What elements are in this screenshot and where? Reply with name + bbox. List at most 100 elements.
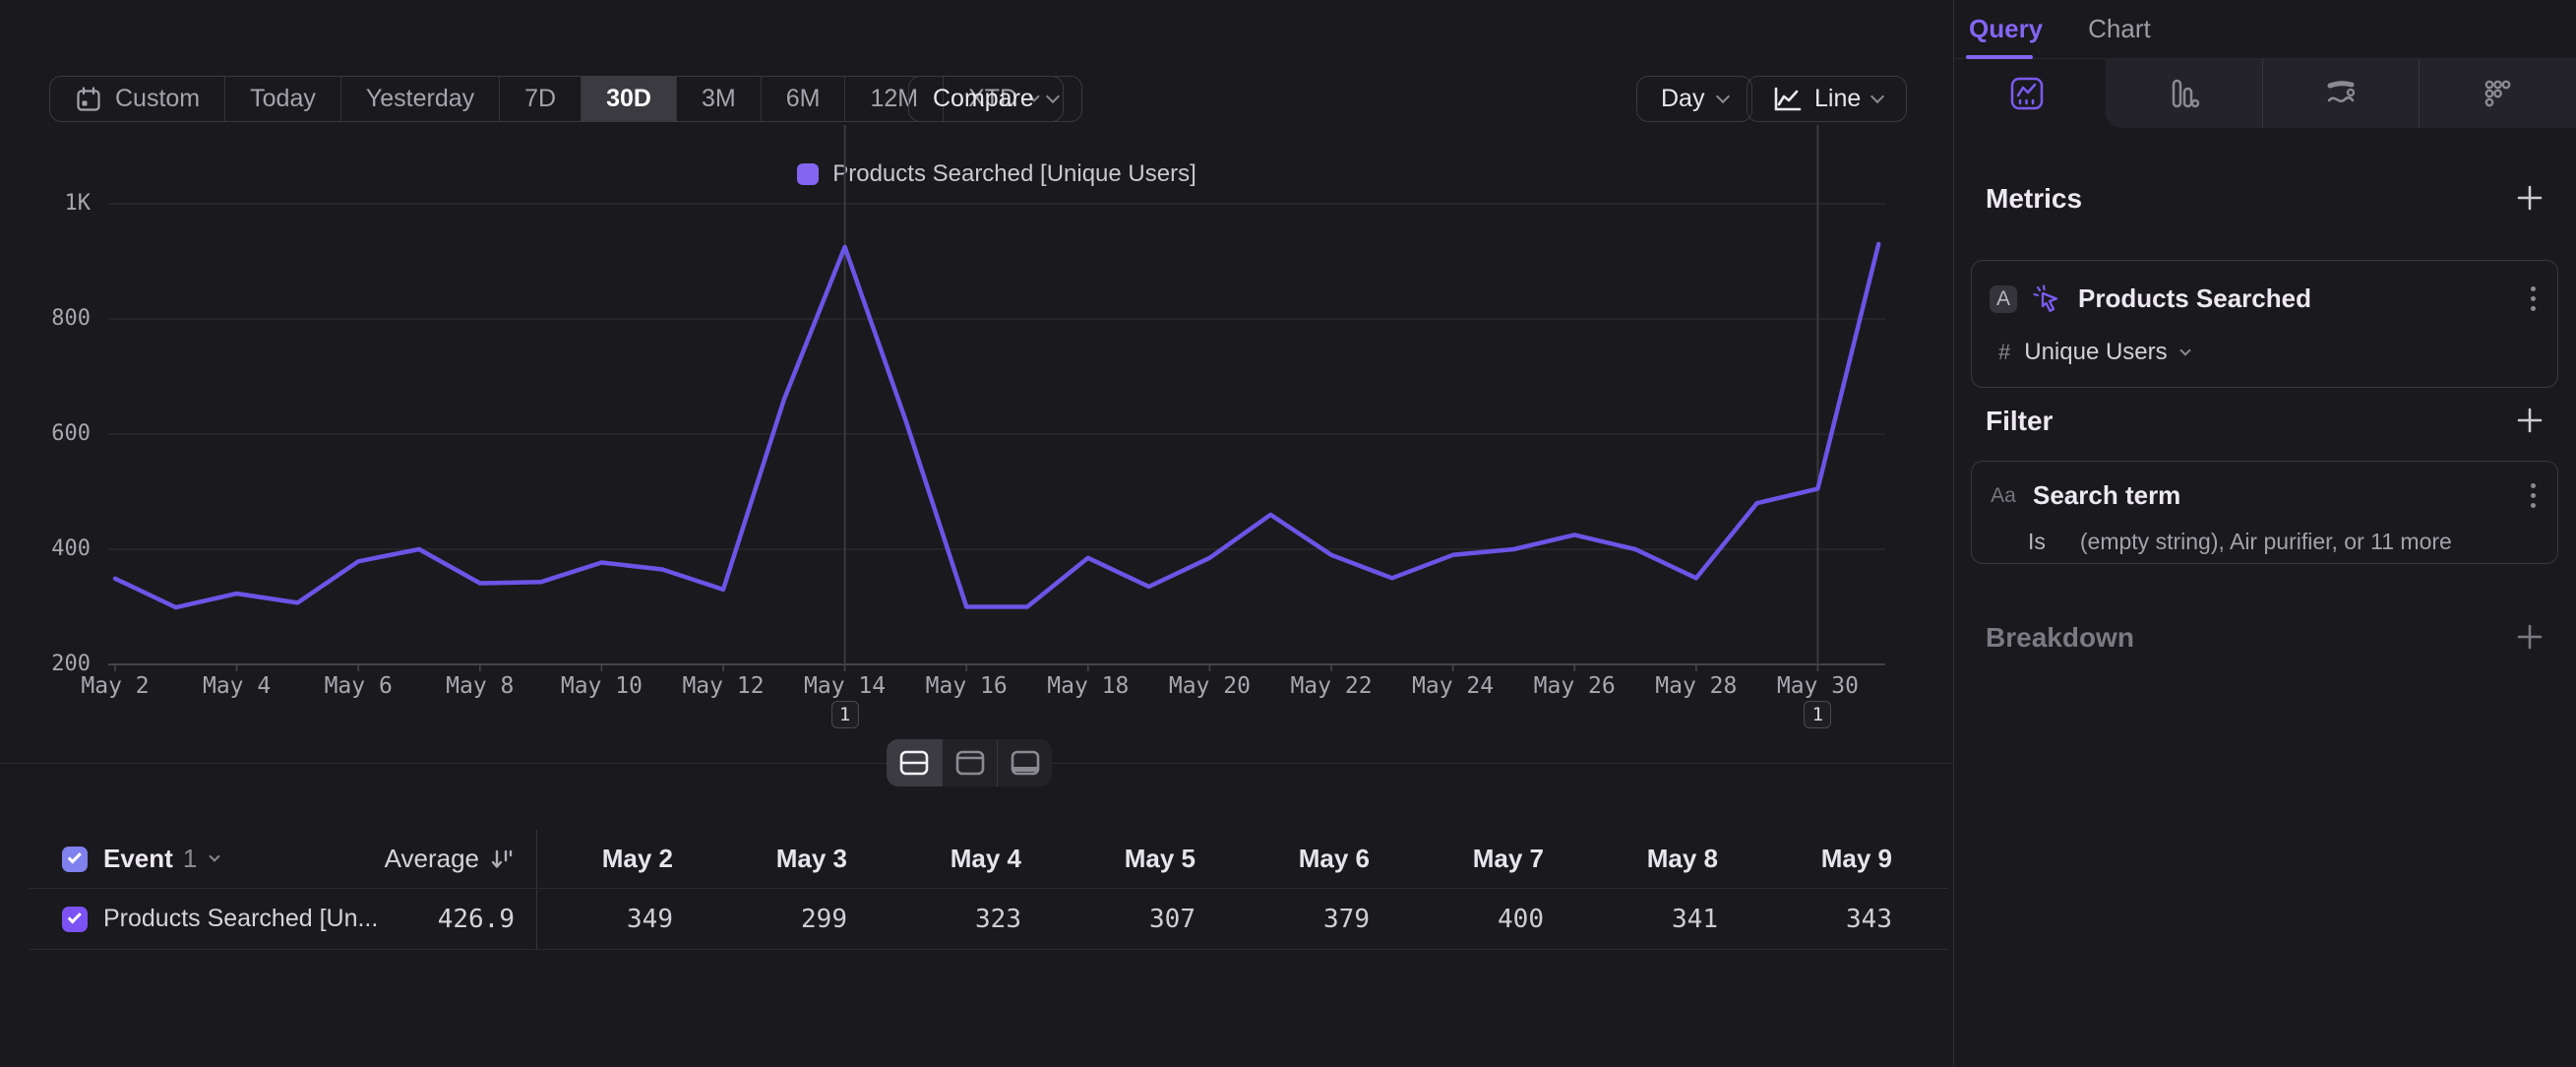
add-filter-button[interactable] [2513, 404, 2546, 437]
table-cell-value: 349 [537, 905, 673, 934]
chevron-down-icon[interactable] [210, 850, 220, 861]
chevron-down-icon [1716, 90, 1730, 103]
tab-query[interactable]: Query [1969, 14, 2043, 44]
row-checkbox[interactable] [62, 907, 88, 932]
add-metric-button[interactable] [2513, 181, 2546, 215]
table-date-header[interactable]: May 6 [1196, 844, 1370, 874]
legend-label: Products Searched [Unique Users] [832, 160, 1196, 188]
split-top-layout-button[interactable] [942, 739, 997, 786]
range-3m-button[interactable]: 3M [676, 77, 761, 121]
x-tick-label: May 2 [51, 673, 179, 699]
x-tick-label: May 10 [537, 673, 665, 699]
split-bottom-icon [1010, 749, 1041, 777]
table-header-left-cell: Event 1 Average [30, 830, 537, 888]
compare-button[interactable]: Compare [908, 76, 1082, 122]
table-date-header[interactable]: May 5 [1021, 844, 1196, 874]
x-tick-label: May 26 [1510, 673, 1638, 699]
y-tick-label: 800 [18, 306, 91, 331]
chart-type-button[interactable]: Line [1747, 76, 1907, 122]
kebab-icon[interactable] [2527, 479, 2540, 512]
metric-card[interactable]: A Products Searched # Unique Users [1971, 260, 2558, 388]
table-row: Products Searched [Un... 426.9 349299323… [30, 889, 1948, 950]
chart-legend[interactable]: Products Searched [Unique Users] [108, 160, 1885, 188]
range-yesterday-button[interactable]: Yesterday [340, 77, 499, 121]
x-tick-label: May 22 [1267, 673, 1395, 699]
annotation-count-badge[interactable]: 1 [1804, 701, 1831, 728]
tab-separator [2262, 59, 2263, 128]
x-tick-label: May 20 [1145, 673, 1273, 699]
checkbox-check-icon [67, 849, 81, 863]
select-all-checkbox[interactable] [62, 847, 88, 872]
range-7d-button[interactable]: 7D [499, 77, 581, 121]
table-date-header[interactable]: May 4 [847, 844, 1021, 874]
chart-type-label: Line [1814, 85, 1861, 113]
series-line[interactable] [115, 244, 1878, 607]
plus-icon [2513, 404, 2546, 437]
y-tick-label: 400 [18, 536, 91, 561]
table-date-header[interactable]: May 3 [673, 844, 847, 874]
hash-icon: # [1998, 340, 2010, 365]
table-cell-value: 341 [1544, 905, 1718, 934]
sort-icon[interactable] [489, 847, 515, 872]
range-today-button[interactable]: Today [224, 77, 340, 121]
filter-card[interactable]: Aa Search term Is (empty string), Air pu… [1971, 461, 2558, 564]
split-half-icon [898, 749, 930, 777]
x-tick-label: May 6 [294, 673, 422, 699]
average-column-header[interactable]: Average [385, 844, 479, 874]
flow-tab-icon[interactable] [2324, 77, 2358, 110]
measurement-label: Unique Users [2024, 339, 2167, 366]
range-custom-button[interactable]: Custom [50, 77, 224, 121]
retention-tab-icon[interactable] [2481, 77, 2514, 110]
annotation-badges: 11 [108, 701, 1885, 730]
line-chart-plot[interactable] [108, 204, 1885, 664]
x-tick-label: May 16 [902, 673, 1030, 699]
tab-chart[interactable]: Chart [2088, 14, 2151, 44]
panel-layout-toggle [887, 739, 1052, 786]
granularity-button[interactable]: Day [1636, 76, 1752, 122]
legend-swatch [797, 163, 819, 185]
x-tick-label: May 4 [173, 673, 301, 699]
text-type-icon: Aa [1990, 484, 2017, 508]
sidebar-divider [1953, 0, 1954, 1067]
table-date-header[interactable]: May 8 [1544, 844, 1718, 874]
table-date-header[interactable]: May 9 [1718, 844, 1892, 874]
table-date-header[interactable]: May 7 [1370, 844, 1544, 874]
y-tick-label: 1K [18, 191, 91, 216]
event-label: Event [103, 844, 173, 874]
metric-letter-badge: A [1990, 285, 2017, 313]
breakdown-table: Event 1 Average May 2May 3May 4May 5May … [30, 830, 1948, 950]
breakdown-heading: Breakdown [1986, 622, 2134, 654]
table-cell-value: 400 [1370, 905, 1544, 934]
sidebar-tab-strip: Query Chart [1954, 0, 2576, 59]
granularity-label: Day [1661, 85, 1704, 113]
row-series-name: Products Searched [Un... [103, 905, 378, 933]
split-bottom-layout-button[interactable] [997, 739, 1052, 786]
x-tick-label: May 18 [1024, 673, 1152, 699]
insights-tab-icon[interactable] [2010, 77, 2044, 110]
filter-heading: Filter [1986, 406, 2053, 437]
metric-name: Products Searched [2078, 283, 2311, 314]
filter-value: (empty string), Air purifier, or 11 more [2080, 529, 2452, 555]
x-tick-label: May 12 [659, 673, 787, 699]
range-30d-button[interactable]: 30D [581, 77, 676, 121]
filter-condition[interactable]: Is (empty string), Air purifier, or 11 m… [2028, 529, 2452, 555]
kebab-icon[interactable] [2527, 282, 2540, 315]
split-half-layout-button[interactable] [887, 739, 942, 786]
metrics-heading: Metrics [1986, 183, 2082, 215]
plus-icon [2513, 181, 2546, 215]
x-tick-label: May 30 [1753, 673, 1881, 699]
bar-tab-icon[interactable] [2167, 77, 2200, 110]
range-6m-button[interactable]: 6M [761, 77, 845, 121]
row-average-value: 426.9 [438, 905, 515, 934]
chevron-down-icon [2179, 345, 2190, 355]
table-cell-value: 343 [1718, 905, 1892, 934]
tab-separator [2419, 59, 2420, 128]
table-header-row: Event 1 Average May 2May 3May 4May 5May … [30, 830, 1948, 889]
annotation-count-badge[interactable]: 1 [831, 701, 859, 728]
x-axis-labels: May 2May 4May 6May 8May 10May 12May 14Ma… [108, 673, 1885, 703]
table-cell-value: 299 [673, 905, 847, 934]
add-breakdown-button[interactable] [2513, 620, 2546, 654]
x-tick-label: May 14 [781, 673, 909, 699]
measurement-selector[interactable]: # Unique Users [1998, 339, 2189, 366]
table-date-header[interactable]: May 2 [537, 844, 673, 874]
